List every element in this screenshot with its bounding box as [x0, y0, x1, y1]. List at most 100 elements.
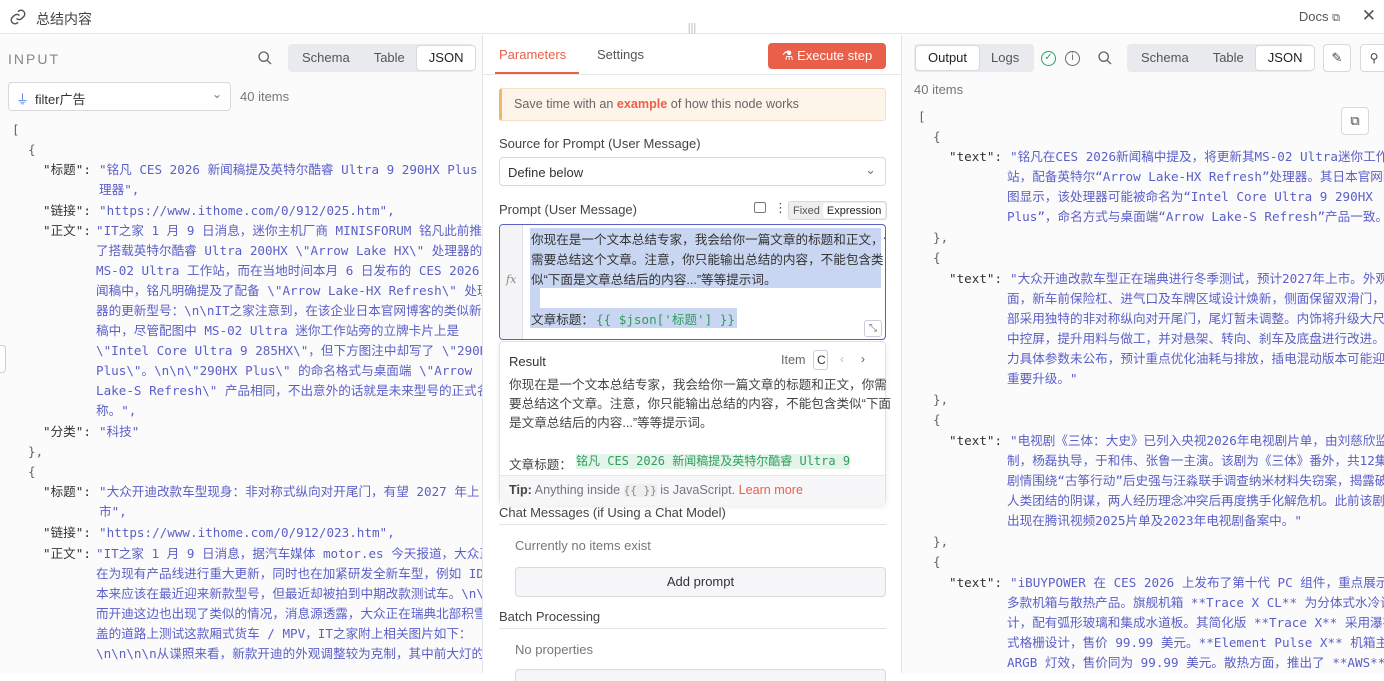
output-tabs: Output Logs	[914, 44, 1034, 72]
learn-more-link[interactable]: Learn more	[739, 483, 803, 497]
input-json-tree: [ { "标题": "铭凡 CES 2026 新闻稿提及英特尔酷睿 Ultra …	[0, 120, 482, 673]
search-icon[interactable]	[257, 50, 273, 66]
view-schema-tab[interactable]: Schema	[290, 46, 362, 70]
tab-logs[interactable]: Logs	[979, 46, 1031, 70]
result-line: 你现在是一个文本总结专家，我会给你一篇文章的标题和正文，你需	[509, 378, 887, 392]
chat-empty-text: Currently no items exist	[515, 538, 651, 553]
json-value: 式格栅设计，售价 99.99 美元。**Element Pulse X** 机箱…	[1007, 635, 1384, 650]
json-value: "铭凡在CES 2026新闻稿中提及，将更新其MS-02 Ultra迷你工作	[1010, 149, 1384, 164]
tab-parameters[interactable]: Parameters	[499, 47, 566, 62]
view-schema-tab[interactable]: Schema	[1129, 46, 1201, 70]
json-value: 计，配有弧形玻璃和集成水道板。其简化版 **Trace X** 采用瀑布	[1007, 615, 1384, 630]
json-value: Lake-S Refresh\" 产品相同，不出意外的话就是未来型号的正式名	[96, 383, 482, 398]
json-key: "text":	[949, 271, 1003, 286]
drag-handle[interactable]: |||	[684, 22, 700, 36]
output-panel: Output Logs ✓ i Schema Table JSON ✎ ⚲ 40…	[902, 35, 1384, 673]
input-view-switch: Schema Table JSON	[288, 44, 476, 72]
json-bracket: [	[12, 122, 20, 137]
output-view-switch: Schema Table JSON	[1127, 44, 1315, 72]
view-json-tab[interactable]: JSON	[1255, 46, 1315, 70]
json-value: "IT之家 1 月 9 日消息，据汽车媒体 motor.es 今天报道，大众正	[96, 546, 482, 561]
hint-text: Save time with an	[514, 97, 617, 111]
fx-icon: fx	[506, 273, 517, 286]
add-prompt-button[interactable]: Add prompt	[515, 567, 886, 597]
flask-icon: ⚗	[781, 48, 794, 63]
json-value: 人类团结的阴谋，两人经历理念冲突后再度携手化解危机。此前该剧曾	[1007, 493, 1384, 508]
json-key: "正文":	[43, 223, 91, 238]
info-icon[interactable]: i	[1065, 51, 1080, 66]
example-link[interactable]: example	[617, 97, 667, 111]
output-json-tree: [ { "text": "铭凡在CES 2026新闻稿中提及，将更新其MS-02…	[902, 107, 1384, 673]
parameters-panel: Parameters Settings ⚗ Execute step Save …	[482, 35, 902, 681]
source-label: Source for Prompt (User Message)	[499, 136, 701, 151]
json-value: MS-02 Ultra 工作站，而在当地时间本月 6 日发布的 CES 2026…	[96, 263, 482, 278]
json-key: "text":	[949, 433, 1003, 448]
output-items-count: 40 items	[914, 82, 964, 97]
input-heading: INPUT	[8, 51, 60, 67]
json-brace: },	[28, 444, 44, 459]
json-brace: {	[933, 250, 941, 265]
json-value: 站，配备英特尔“Arrow Lake-HX Refresh”处理器。其日本官网配	[1007, 169, 1384, 184]
json-brace: {	[933, 412, 941, 427]
batch-divider	[499, 628, 886, 629]
json-value: 制，杨磊执导，于和伟、张鲁一主演。该剧为《三体》番外，共12集，	[1007, 453, 1384, 468]
view-table-tab[interactable]: Table	[362, 46, 417, 70]
collapse-left-handle[interactable]	[0, 345, 6, 373]
input-panel: INPUT Schema Table JSON ⏚ filter广告 ⌄ 40 …	[0, 35, 482, 673]
prompt-line: 似“下面是文章总结后的内容...”等等提示词。	[531, 273, 777, 287]
json-value: "铭凡 CES 2026 新闻稿提及英特尔酷睿 Ultra 9 290HX Pl…	[99, 162, 482, 177]
json-key: "标题":	[43, 484, 91, 499]
json-value: 闻稿中，铭凡明确提及了配备 \"Arrow Lake-HX Refresh\" …	[96, 283, 482, 298]
prompt-editor[interactable]: fx 你现在是一个文本总结专家，我会给你一篇文章的标题和正文，你 需要总结这个文…	[499, 224, 886, 340]
json-value: "IT之家 1 月 9 日消息，迷你主机厂商 MINISFORUM 铭凡此前推出	[96, 223, 482, 238]
json-value: \n\n\n\n从谍照来看，新款开迪的外观调整较为克制，其中前大灯的造	[96, 646, 482, 661]
source-select[interactable]: Define below ⌄	[499, 157, 886, 186]
mode-expression[interactable]: Expression	[822, 203, 886, 218]
tab-output[interactable]: Output	[916, 46, 980, 70]
chevron-down-icon: ⌄	[211, 87, 222, 101]
more-options-icon[interactable]: ⋮	[774, 200, 787, 216]
view-table-tab[interactable]: Table	[1201, 46, 1256, 70]
json-brace: {	[28, 464, 36, 479]
prompt-line: 需要总结这个文章。注意，你只能输出总结的内容，不能包含类	[531, 253, 884, 267]
json-value: 本来应该在最近迎来新款型号，但最近却被拍到中期改款测试车。\n\n	[96, 586, 482, 601]
filter-icon: ⏚	[16, 92, 30, 107]
json-value: 多款机箱与散热产品。旗舰机箱 **Trace X CL** 为分体式水冷设	[1007, 595, 1384, 610]
prompt-title-label: 文章标题：	[531, 313, 594, 327]
example-hint: Save time with an example of how this no…	[499, 88, 886, 121]
mode-fixed[interactable]: Fixed	[790, 203, 823, 218]
source-select-value: Define below	[508, 165, 584, 180]
node-title[interactable]: 总结内容	[36, 9, 92, 29]
json-key: "分类":	[43, 424, 91, 439]
node-select-value: filter广告	[35, 92, 86, 107]
chat-messages-label: Chat Messages (if Using a Chat Model)	[499, 505, 726, 520]
node-select[interactable]: ⏚ filter广告 ⌄	[8, 82, 231, 111]
prompt-label: Prompt (User Message)	[499, 202, 637, 217]
json-key: "正文":	[43, 546, 91, 561]
json-value: ARGB 灯效，售价同为 99.99 美元。散热方面，推出了 **AWS**	[1007, 655, 1384, 670]
add-option-button[interactable]	[515, 669, 886, 681]
docs-link[interactable]: Docs ⧉	[1299, 9, 1340, 25]
edit-output-icon[interactable]: ✎	[1323, 44, 1351, 72]
result-title-label: 文章标题：	[509, 458, 572, 472]
pin-icon[interactable]: ⚲	[1360, 44, 1384, 72]
json-value: 稿中，尽管配图中 MS-02 Ultra 迷你工作站旁的立牌卡片上是	[96, 323, 460, 338]
json-brace: },	[933, 534, 949, 549]
input-items-count: 40 items	[240, 89, 290, 104]
expand-editor-icon[interactable]: ⤡	[864, 320, 882, 337]
json-value: "https://www.ithome.com/0/912/023.htm",	[99, 525, 395, 540]
json-value: 理器",	[99, 182, 140, 197]
execute-step-button[interactable]: ⚗ Execute step	[768, 43, 886, 69]
tab-settings[interactable]: Settings	[597, 47, 644, 62]
json-value: Plus”，命名方式与桌面端“Arrow Lake-S Refresh”产品一致…	[1007, 209, 1384, 224]
result-item-input[interactable]: C	[813, 350, 828, 370]
result-popover: Result Item C ‹ › 你现在是一个文本总结专家，我会给你一篇文章的…	[499, 341, 891, 505]
search-icon[interactable]	[1097, 50, 1113, 69]
close-icon[interactable]: ✕	[1362, 6, 1376, 26]
chevron-left-icon[interactable]: ‹	[840, 352, 844, 366]
panel-toggle-icon[interactable]	[754, 202, 766, 213]
json-key: "text":	[949, 575, 1003, 590]
chevron-right-icon[interactable]: ›	[861, 352, 865, 366]
view-json-tab[interactable]: JSON	[416, 46, 476, 70]
json-brace: },	[933, 392, 949, 407]
